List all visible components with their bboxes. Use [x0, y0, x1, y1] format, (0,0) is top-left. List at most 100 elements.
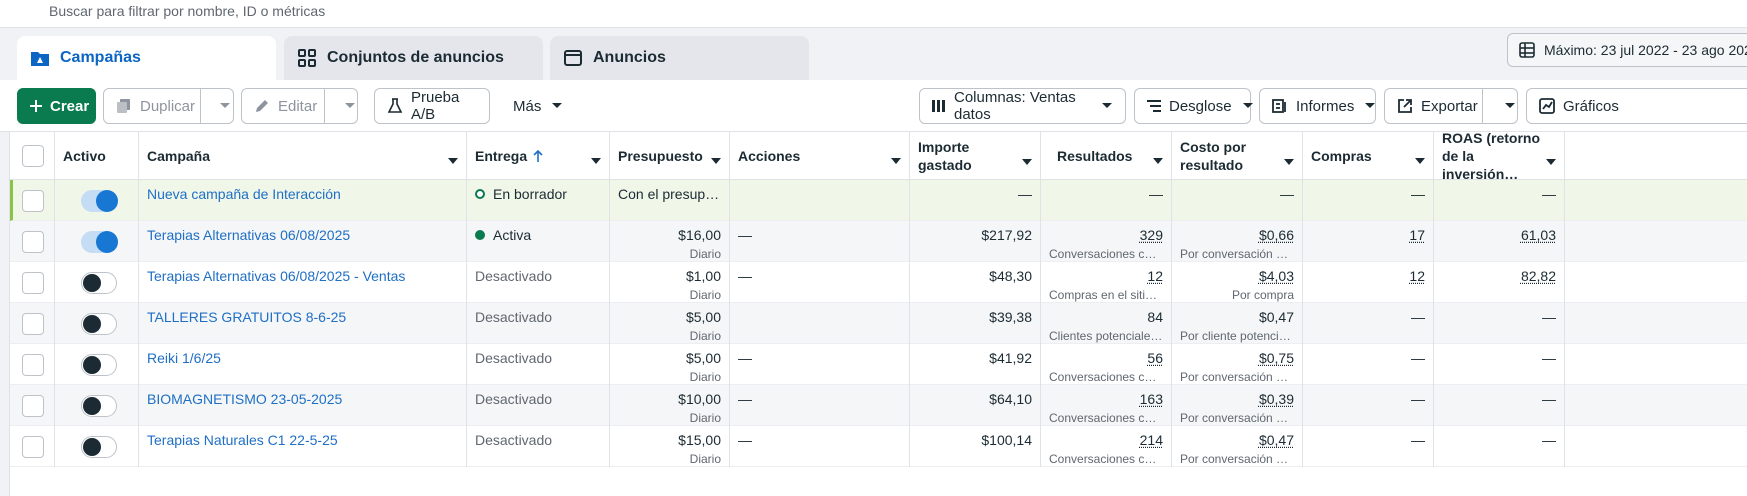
- header-purchases[interactable]: Compras: [1303, 132, 1434, 180]
- header-results[interactable]: Resultados: [1041, 132, 1172, 180]
- campaign-name-link[interactable]: Terapias Alternativas 06/08/2025 - Venta…: [147, 268, 458, 284]
- row-checkbox[interactable]: [22, 313, 44, 335]
- header-delivery[interactable]: Entrega: [467, 132, 610, 180]
- tab-ads[interactable]: Anuncios: [550, 36, 809, 80]
- export-button[interactable]: Exportar: [1384, 88, 1518, 124]
- row-checkbox[interactable]: [22, 272, 44, 294]
- breakdown-button[interactable]: Desglose: [1134, 88, 1253, 124]
- cell-name: Terapias Naturales C1 22-5-25: [139, 426, 467, 467]
- header-roas[interactable]: ROAS (retorno de la inversión…: [1434, 130, 1565, 182]
- campaign-name-link[interactable]: Terapias Naturales C1 22-5-25: [147, 432, 458, 448]
- results-value[interactable]: 163: [1140, 391, 1163, 407]
- table-row[interactable]: Terapias Naturales C1 22-5-25 Desactivado…: [10, 426, 1747, 467]
- search-input[interactable]: Buscar para filtrar por nombre, ID o mét…: [49, 3, 325, 19]
- purchases-value[interactable]: —: [1411, 309, 1425, 325]
- cost-value[interactable]: $0,75: [1259, 350, 1294, 366]
- results-value[interactable]: 12: [1147, 268, 1163, 284]
- ab-test-button[interactable]: Prueba A/B: [374, 88, 490, 124]
- campaign-name-link[interactable]: Nueva campaña de Interacción: [147, 186, 458, 202]
- cost-value[interactable]: $0,47: [1259, 309, 1294, 325]
- purchases-value[interactable]: —: [1411, 186, 1425, 202]
- toolbar: Crear Duplicar Editar Prueba A/B Más Col…: [0, 80, 1747, 132]
- delivery-toggle[interactable]: [81, 313, 117, 335]
- purchases-value[interactable]: 17: [1409, 227, 1425, 243]
- roas-value[interactable]: —: [1542, 186, 1556, 202]
- cost-value[interactable]: $0,66: [1259, 227, 1294, 243]
- tab-campaigns[interactable]: Campañas: [17, 36, 276, 80]
- cell-spent: $217,92: [910, 221, 1041, 262]
- chevron-down-icon[interactable]: [219, 102, 231, 110]
- campaign-name-link[interactable]: BIOMAGNETISMO 23-05-2025: [147, 391, 458, 407]
- purchases-value[interactable]: —: [1411, 432, 1425, 448]
- charts-button[interactable]: Gráficos: [1526, 88, 1747, 124]
- campaign-name-link[interactable]: TALLERES GRATUITOS 8-6-25: [147, 309, 458, 325]
- row-checkbox[interactable]: [22, 354, 44, 376]
- campaign-name-link[interactable]: Reiki 1/6/25: [147, 350, 458, 366]
- cell-results: 329 Conversaciones con …: [1041, 221, 1172, 262]
- results-value[interactable]: 56: [1147, 350, 1163, 366]
- chevron-down-icon[interactable]: [1504, 102, 1516, 110]
- cell-active: [55, 221, 139, 262]
- cost-value[interactable]: —: [1280, 186, 1294, 202]
- edit-button[interactable]: Editar: [241, 88, 358, 124]
- tab-label: Conjuntos de anuncios: [327, 49, 504, 66]
- header-active[interactable]: Activo: [55, 132, 139, 180]
- row-checkbox[interactable]: [22, 190, 44, 212]
- more-button[interactable]: Más: [500, 88, 570, 124]
- purchases-value[interactable]: —: [1411, 391, 1425, 407]
- header-budget[interactable]: Presupuesto: [610, 132, 730, 180]
- purchases-value[interactable]: —: [1411, 350, 1425, 366]
- roas-value[interactable]: —: [1542, 350, 1556, 366]
- date-range-button[interactable]: Máximo: 23 jul 2022 - 23 ago 2025: [1507, 33, 1747, 67]
- header-campaign[interactable]: Campaña: [139, 132, 467, 180]
- row-checkbox[interactable]: [22, 231, 44, 253]
- chevron-down-icon[interactable]: [344, 102, 356, 110]
- delivery-toggle[interactable]: [81, 190, 118, 212]
- table-row[interactable]: Nueva campaña de Interacción En borrador C…: [10, 180, 1747, 221]
- results-value[interactable]: 329: [1140, 227, 1163, 243]
- results-value[interactable]: —: [1149, 186, 1163, 202]
- table-row[interactable]: Terapias Alternativas 06/08/2025 Activa $1…: [10, 221, 1747, 262]
- cell-name: Terapias Alternativas 06/08/2025: [139, 221, 467, 262]
- delivery-toggle[interactable]: [81, 354, 117, 376]
- table-row[interactable]: Reiki 1/6/25 Desactivado $5,00 Diario — $41,9…: [10, 344, 1747, 385]
- delivery-toggle[interactable]: [81, 272, 117, 294]
- row-checkbox[interactable]: [22, 436, 44, 458]
- table-header: Activo Campaña Entrega Presupuesto Accio…: [10, 130, 1747, 182]
- roas-value[interactable]: 82,82: [1521, 268, 1556, 284]
- roas-value[interactable]: 61,03: [1521, 227, 1556, 243]
- header-actions[interactable]: Acciones: [730, 132, 910, 180]
- chevron-down-icon: [891, 152, 901, 168]
- columns-label: Columnas: Ventas datos: [954, 89, 1076, 123]
- purchases-value[interactable]: 12: [1409, 268, 1425, 284]
- table-row[interactable]: BIOMAGNETISMO 23-05-2025 Desactivado $10,0…: [10, 385, 1747, 426]
- create-label: Crear: [50, 97, 90, 115]
- row-checkbox[interactable]: [22, 395, 44, 417]
- results-value[interactable]: 214: [1140, 432, 1163, 448]
- header-cost-per-result[interactable]: Costo por resultado: [1172, 132, 1303, 180]
- tab-adsets[interactable]: Conjuntos de anuncios: [284, 36, 543, 80]
- delivery-toggle[interactable]: [81, 231, 118, 253]
- cost-value[interactable]: $0,47: [1259, 432, 1294, 448]
- edit-label: Editar: [278, 97, 318, 115]
- duplicate-button[interactable]: Duplicar: [103, 88, 234, 124]
- cost-value[interactable]: $0,39: [1259, 391, 1294, 407]
- budget-value: $15,00: [678, 432, 721, 448]
- table-row[interactable]: TALLERES GRATUITOS 8-6-25 Desactivado $5,0…: [10, 303, 1747, 344]
- table-row[interactable]: Terapias Alternativas 06/08/2025 - Venta…: [10, 262, 1747, 303]
- results-value[interactable]: 84: [1147, 309, 1163, 325]
- search-bar[interactable]: Buscar para filtrar por nombre, ID o mét…: [0, 0, 1747, 28]
- cost-value[interactable]: $4,03: [1259, 268, 1294, 284]
- columns-button[interactable]: Columnas: Ventas datos: [919, 88, 1126, 124]
- roas-value[interactable]: —: [1542, 309, 1556, 325]
- header-spent[interactable]: Importe gastado: [910, 132, 1041, 180]
- campaign-name-link[interactable]: Terapias Alternativas 06/08/2025: [147, 227, 458, 243]
- select-all-checkbox[interactable]: [22, 145, 44, 167]
- create-button[interactable]: Crear: [17, 88, 96, 124]
- delivery-toggle[interactable]: [81, 395, 117, 417]
- cell-spent: $39,38: [910, 303, 1041, 344]
- delivery-toggle[interactable]: [81, 436, 117, 458]
- roas-value[interactable]: —: [1542, 391, 1556, 407]
- roas-value[interactable]: —: [1542, 432, 1556, 448]
- reports-button[interactable]: Informes: [1259, 88, 1376, 124]
